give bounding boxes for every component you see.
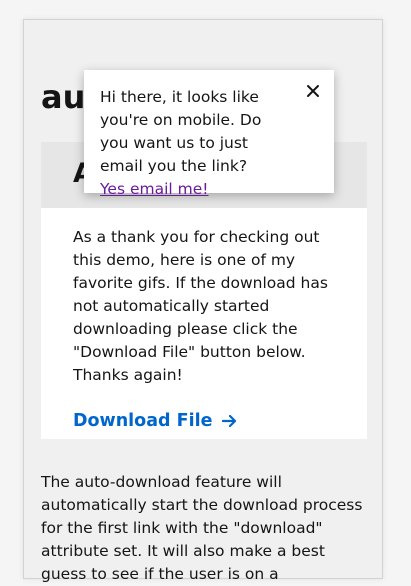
popup-message: Hi there, it looks like you're on mobile… (100, 88, 262, 175)
feature-description: The auto-download feature will automatic… (41, 473, 363, 583)
arrow-right-icon (222, 414, 237, 428)
close-icon[interactable] (306, 84, 320, 98)
mobile-email-popup: Hi there, it looks like you're on mobile… (84, 70, 334, 198)
yes-email-me-link[interactable]: Yes email me! (100, 178, 208, 201)
download-file-link[interactable]: Download File (73, 409, 238, 433)
download-file-label: Download File (73, 411, 213, 431)
card-body: As a thank you for checking out this dem… (41, 208, 367, 433)
card-body-text: As a thank you for checking out this dem… (73, 228, 328, 384)
